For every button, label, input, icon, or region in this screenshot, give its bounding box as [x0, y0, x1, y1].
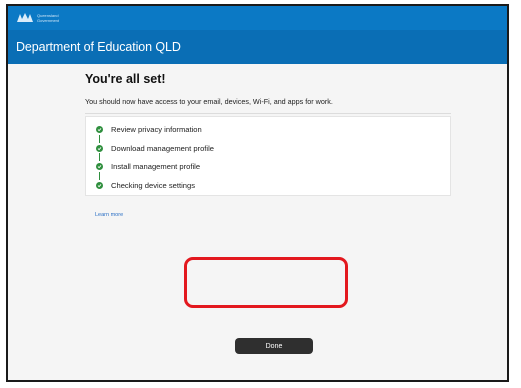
step-label: Install management profile: [111, 162, 201, 172]
page-header: Department of Education QLD: [8, 30, 507, 64]
page-title: You're all set!: [85, 72, 166, 86]
steps-list: Review privacy information Download mana…: [96, 123, 214, 192]
header-title: Department of Education QLD: [16, 40, 181, 54]
government-logo-text: Queensland Government: [37, 13, 59, 23]
step-label: Checking device settings: [111, 180, 195, 190]
check-circle-icon: [96, 144, 103, 152]
learn-more-link[interactable]: Learn more: [95, 212, 123, 218]
status-description: You should now have access to your email…: [85, 97, 333, 106]
queensland-crest-icon: [16, 12, 34, 24]
app-window: Queensland Government Department of Educ…: [6, 4, 509, 382]
check-circle-icon: [96, 181, 103, 189]
check-circle-icon: [96, 126, 103, 134]
done-button[interactable]: Done: [235, 338, 313, 354]
step-item: Install management profile: [96, 160, 214, 180]
step-item: Download management profile: [96, 142, 214, 161]
highlight-annotation: [184, 257, 348, 308]
check-circle-icon: [96, 163, 103, 171]
steps-card: Review privacy information Download mana…: [85, 116, 451, 196]
step-item: Checking device settings: [96, 179, 214, 193]
step-label: Review privacy information: [111, 125, 202, 135]
step-item: Review privacy information: [96, 123, 214, 143]
top-bar: Queensland Government: [8, 6, 507, 30]
divider: [85, 113, 451, 114]
logo-line-2: Government: [37, 18, 60, 23]
main-content: You're all set! You should now have acce…: [8, 64, 507, 380]
step-label: Download management profile: [111, 143, 214, 153]
